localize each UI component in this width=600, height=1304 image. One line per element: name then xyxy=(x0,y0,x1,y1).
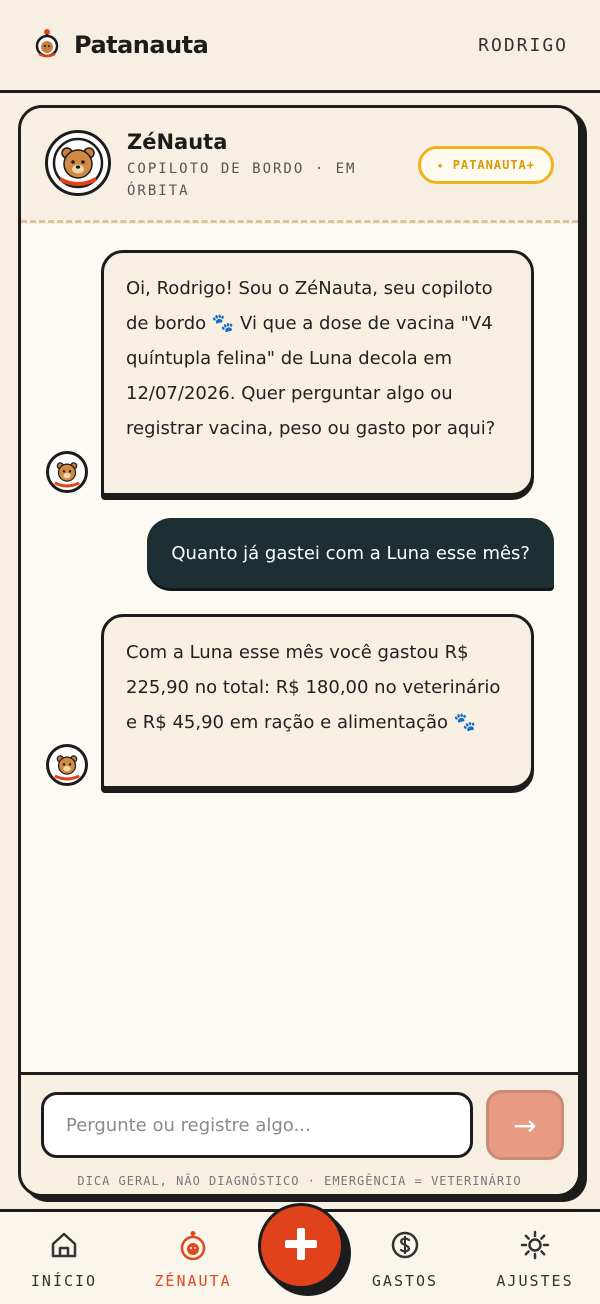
bot-message-text: Com a Luna esse mês você gastou R$ 225,9… xyxy=(126,642,501,733)
bot-avatar-small xyxy=(46,451,88,493)
bot-info: ZéNauta COPILOTO DE BORDO · EM ÓRBITA xyxy=(127,130,377,202)
gear-icon xyxy=(520,1230,550,1264)
app-header: Patanauta RODRIGO xyxy=(0,0,600,90)
chat-card: ZéNauta COPILOTO DE BORDO · EM ÓRBITA ✦ … xyxy=(18,105,581,1197)
bear-icon xyxy=(52,137,104,189)
arrow-right-icon: → xyxy=(513,1108,537,1142)
home-icon xyxy=(49,1230,79,1264)
user-message: Quanto já gastei com a Luna esse mês? xyxy=(147,518,554,588)
nav-label: INÍCIO xyxy=(30,1272,98,1290)
nav-item-gastos[interactable]: GASTOS xyxy=(350,1230,460,1290)
logo-icon xyxy=(34,28,60,62)
nav-label: GASTOS xyxy=(371,1272,439,1290)
bear-icon xyxy=(54,755,80,781)
nav-item-zenauta[interactable]: ZÉNAUTA xyxy=(138,1230,248,1290)
add-button[interactable] xyxy=(258,1203,344,1289)
coin-icon xyxy=(390,1230,420,1264)
bot-name: ZéNauta xyxy=(127,130,228,154)
user-message-text: Quanto já gastei com a Luna esse mês? xyxy=(171,542,530,564)
header-divider xyxy=(0,90,600,93)
plus-icon xyxy=(281,1224,321,1268)
brand-name: Patanauta xyxy=(74,31,209,59)
bot-avatar-small xyxy=(46,744,88,786)
sparkle-icon: ✦ xyxy=(436,158,445,172)
bot-icon xyxy=(178,1230,208,1264)
bot-message-text: Oi, Rodrigo! Sou o ZéNauta, seu copiloto… xyxy=(126,278,496,439)
nav-label: ZÉNAUTA xyxy=(154,1272,232,1290)
nav-item-inicio[interactable]: INÍCIO xyxy=(9,1230,119,1290)
bear-icon xyxy=(54,462,80,488)
user-name[interactable]: RODRIGO xyxy=(478,35,568,56)
bot-subtitle: COPILOTO DE BORDO · EM ÓRBITA xyxy=(127,161,357,199)
bot-message: Oi, Rodrigo! Sou o ZéNauta, seu copiloto… xyxy=(101,250,534,496)
disclaimer-text: DICA GERAL, NÃO DIAGNÓSTICO · EMERGÊNCIA… xyxy=(77,1174,522,1188)
nav-item-ajustes[interactable]: AJUSTES xyxy=(480,1230,590,1290)
composer: → DICA GERAL, NÃO DIAGNÓSTICO · EMERGÊNC… xyxy=(21,1072,578,1194)
premium-badge-label: PATANAUTA+ xyxy=(452,158,535,172)
nav-label: AJUSTES xyxy=(496,1272,574,1290)
chat-header: ZéNauta COPILOTO DE BORDO · EM ÓRBITA ✦ … xyxy=(21,108,578,224)
bot-message: Com a Luna esse mês você gastou R$ 225,9… xyxy=(101,614,534,789)
header-dashed-divider xyxy=(21,220,578,223)
premium-badge[interactable]: ✦ PATANAUTA+ xyxy=(417,146,554,184)
message-input[interactable] xyxy=(41,1092,473,1158)
send-button[interactable]: → xyxy=(486,1090,564,1160)
message-list[interactable]: Oi, Rodrigo! Sou o ZéNauta, seu copiloto… xyxy=(21,224,578,1074)
bot-avatar xyxy=(45,130,111,196)
brand[interactable]: Patanauta xyxy=(34,28,209,62)
